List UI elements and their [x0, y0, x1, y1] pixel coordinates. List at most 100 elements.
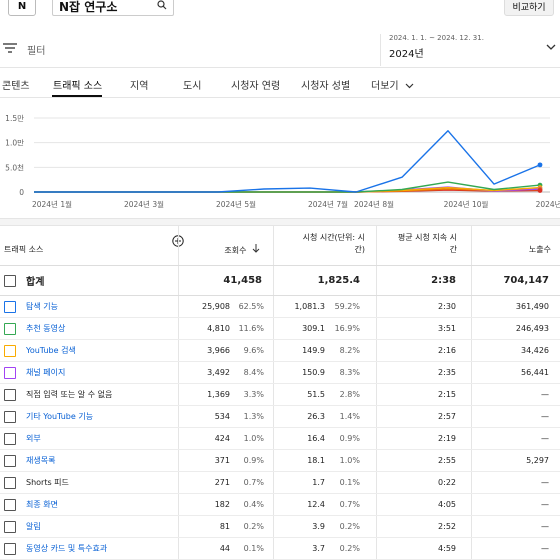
- row-source[interactable]: 채널 페이지: [26, 362, 65, 383]
- series-endpoint: [537, 162, 543, 168]
- tab-city[interactable]: 도시: [183, 77, 201, 92]
- x-tick-label: 2024년 1월: [32, 199, 72, 209]
- row-avg-duration: 3:51: [438, 324, 456, 333]
- tab-region[interactable]: 지역: [130, 77, 148, 92]
- row-views-pct: 11.6%: [238, 324, 264, 333]
- row-views: 3,492: [207, 368, 230, 377]
- filter-icon[interactable]: [3, 42, 17, 57]
- row-avg-duration: 4:59: [438, 544, 456, 553]
- row-source: 직접 입력 또는 알 수 없음: [26, 390, 113, 399]
- tab-content[interactable]: 콘텐츠: [2, 77, 30, 92]
- chevron-down-icon: [546, 44, 556, 54]
- row-source[interactable]: 최종 화면: [26, 494, 58, 515]
- column-divider: [273, 296, 274, 317]
- row-checkbox[interactable]: [4, 455, 16, 467]
- row-views-pct: 62.5%: [238, 302, 264, 311]
- tab-viewer-age[interactable]: 시청자 연령: [231, 77, 280, 92]
- row-source[interactable]: 외부: [26, 428, 41, 449]
- row-source[interactable]: 추천 동영상: [26, 318, 65, 339]
- row-checkbox[interactable]: [4, 411, 16, 423]
- tab-more[interactable]: 더보기: [371, 77, 414, 92]
- compare-button[interactable]: 비교하기: [504, 0, 554, 16]
- row-source[interactable]: 탐색 기능: [26, 296, 58, 317]
- table-row[interactable]: 추천 동영상 4,810 11.6% 309.1 16.9% 3:51 246,493: [0, 318, 560, 340]
- row-source[interactable]: 알림: [26, 516, 41, 537]
- row-checkbox[interactable]: [4, 345, 16, 357]
- column-divider: [273, 226, 274, 265]
- table-row[interactable]: 직접 입력 또는 알 수 없음 1,369 3.3% 51.5 2.8% 2:15 —: [0, 384, 560, 406]
- row-avg-duration: 2:52: [438, 522, 456, 531]
- header-watch-time[interactable]: 시청 시간(단위: 시간): [295, 232, 365, 256]
- series-endpoint: [537, 188, 543, 193]
- row-checkbox[interactable]: [4, 433, 16, 445]
- series-line: [34, 130, 541, 193]
- row-source[interactable]: 기타 YouTube 기능: [26, 406, 93, 427]
- column-divider: [471, 450, 472, 471]
- row-views: 3,966: [207, 346, 230, 355]
- tab-traffic-source[interactable]: 트래픽 소스: [53, 77, 102, 92]
- row-avg-duration: 2:19: [438, 434, 456, 443]
- row-source[interactable]: YouTube 검색: [26, 340, 76, 361]
- column-divider: [273, 384, 274, 405]
- column-divider: [376, 538, 377, 559]
- table-row[interactable]: 최종 화면 182 0.4% 12.4 0.7% 4:05 —: [0, 494, 560, 516]
- row-watch-time: 1.7: [312, 478, 325, 487]
- table-row[interactable]: 동영상 카드 및 특수효과 44 0.1% 3.7 0.2% 4:59 —: [0, 538, 560, 560]
- column-divider: [376, 340, 377, 361]
- table-row[interactable]: 알림 81 0.2% 3.9 0.2% 2:52 —: [0, 516, 560, 538]
- tab-viewer-gender[interactable]: 시청자 성별: [301, 77, 350, 92]
- table-body: 탐색 기능 25,908 62.5% 1,081.3 59.2% 2:30 361,490 추…: [0, 296, 560, 560]
- search-box[interactable]: N잡 연구소: [52, 0, 174, 16]
- app-logo[interactable]: N: [8, 0, 36, 16]
- row-source[interactable]: 동영상 카드 및 특수효과: [26, 538, 107, 559]
- x-tick-label: 2024년 10월: [444, 199, 489, 209]
- row-watch-pct: 0.7%: [339, 500, 360, 509]
- row-source[interactable]: 재생목록: [26, 450, 55, 471]
- table-row[interactable]: 채널 페이지 3,492 8.4% 150.9 8.3% 2:35 56,441: [0, 362, 560, 384]
- row-watch-pct: 0.9%: [339, 434, 360, 443]
- column-divider: [376, 406, 377, 427]
- row-checkbox[interactable]: [4, 499, 16, 511]
- header-views[interactable]: 조회수: [200, 244, 260, 257]
- table-row[interactable]: 재생목록 371 0.9% 18.1 1.0% 2:55 5,297: [0, 450, 560, 472]
- table-row[interactable]: YouTube 검색 3,966 9.6% 149.9 8.2% 2:16 34,426: [0, 340, 560, 362]
- row-checkbox[interactable]: [4, 521, 16, 533]
- table-row[interactable]: Shorts 피드 271 0.7% 1.7 0.1% 0:22 —: [0, 472, 560, 494]
- top-bar: N N잡 연구소 비교하기: [0, 0, 560, 22]
- row-checkbox[interactable]: [4, 323, 16, 335]
- column-divider: [471, 266, 472, 295]
- date-picker[interactable]: 2024. 1. 1. ~ 2024. 12. 31. 2024년: [380, 34, 560, 66]
- column-divider: [178, 494, 179, 515]
- row-avg-duration: 2:15: [438, 390, 456, 399]
- row-checkbox[interactable]: [4, 389, 16, 401]
- row-views-pct: 1.0%: [243, 434, 264, 443]
- filter-input[interactable]: 필터: [27, 42, 45, 57]
- column-divider: [178, 266, 179, 295]
- search-icon[interactable]: [157, 0, 167, 13]
- column-divider: [178, 538, 179, 559]
- column-divider: [376, 362, 377, 383]
- row-impressions: 5,297: [526, 456, 549, 465]
- table-row[interactable]: 탐색 기능 25,908 62.5% 1,081.3 59.2% 2:30 361,490: [0, 296, 560, 318]
- active-tab-indicator: [52, 95, 102, 97]
- row-watch-time: 26.3: [307, 412, 325, 421]
- table-row[interactable]: 기타 YouTube 기능 534 1.3% 26.3 1.4% 2:57 —: [0, 406, 560, 428]
- table-row[interactable]: 외부 424 1.0% 16.4 0.9% 2:19 —: [0, 428, 560, 450]
- header-source: 트래픽 소스: [4, 245, 44, 254]
- row-views: 271: [214, 478, 230, 487]
- row-checkbox[interactable]: [4, 477, 16, 489]
- header-impressions[interactable]: 노출수: [495, 244, 551, 256]
- column-divider: [273, 318, 274, 339]
- tab-bar: 콘텐츠 트래픽 소스 지역 도시 시청자 연령 시청자 성별 더보기: [0, 68, 560, 98]
- total-impressions: 704,147: [503, 275, 549, 286]
- row-checkbox[interactable]: [4, 543, 16, 555]
- header-avg-duration[interactable]: 평균 시청 지속 시간: [395, 232, 457, 256]
- row-impressions: —: [541, 434, 549, 443]
- column-divider: [471, 296, 472, 317]
- select-all-checkbox[interactable]: [4, 275, 16, 287]
- row-checkbox[interactable]: [4, 367, 16, 379]
- row-checkbox[interactable]: [4, 301, 16, 313]
- row-impressions: —: [541, 544, 549, 553]
- header-views-label: 조회수: [224, 246, 247, 255]
- row-impressions: 361,490: [515, 302, 549, 311]
